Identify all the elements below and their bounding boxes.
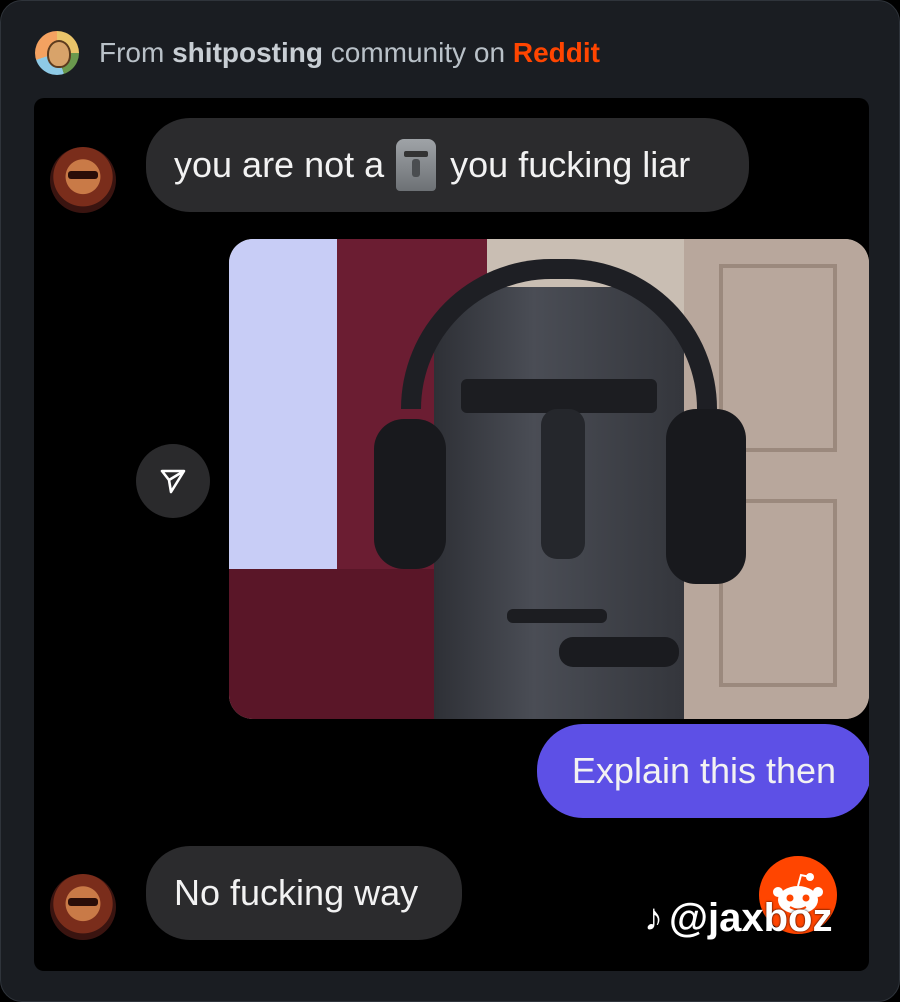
source-line: From shitposting community on Reddit — [99, 37, 600, 69]
reply-text: Explain this then — [571, 750, 837, 791]
share-button[interactable] — [136, 444, 210, 518]
headset-cup-left — [374, 419, 446, 569]
moai-headset-photo — [229, 239, 869, 719]
post-card: From shitposting community on Reddit you… — [0, 0, 900, 1002]
message-bubble-3: No fucking way — [146, 846, 462, 940]
tiktok-icon: ♪ — [644, 897, 663, 939]
source-middle: community on — [330, 37, 506, 68]
moai-emoji-icon — [396, 139, 437, 191]
reply-bubble: Explain this then — [537, 724, 869, 818]
source-prefix: From — [99, 37, 165, 68]
message-bubble-1: you are not a you fucking liar — [146, 118, 749, 212]
moai-nose — [541, 409, 585, 559]
sender-avatar — [50, 874, 116, 940]
tiktok-watermark: ♪ @jaxboz — [644, 896, 832, 941]
community-avatar[interactable] — [35, 31, 79, 75]
photo-window — [229, 239, 337, 569]
moai-mouth — [507, 609, 607, 623]
sender-avatar — [50, 147, 116, 213]
post-image[interactable]: you are not a you fucking liar Explain t… — [34, 98, 869, 971]
headset-cup-right — [666, 409, 746, 584]
message-1-text-b: you fucking liar — [450, 144, 691, 185]
send-icon — [160, 469, 186, 494]
community-link[interactable]: shitposting — [172, 37, 323, 68]
message-1-text-a: you are not a — [174, 144, 385, 185]
headset-mic — [559, 637, 679, 667]
post-source-header: From shitposting community on Reddit — [35, 31, 600, 75]
watermark-handle: @jaxboz — [669, 896, 833, 940]
message-3-text: No fucking way — [174, 872, 419, 913]
reddit-link[interactable]: Reddit — [513, 37, 600, 68]
